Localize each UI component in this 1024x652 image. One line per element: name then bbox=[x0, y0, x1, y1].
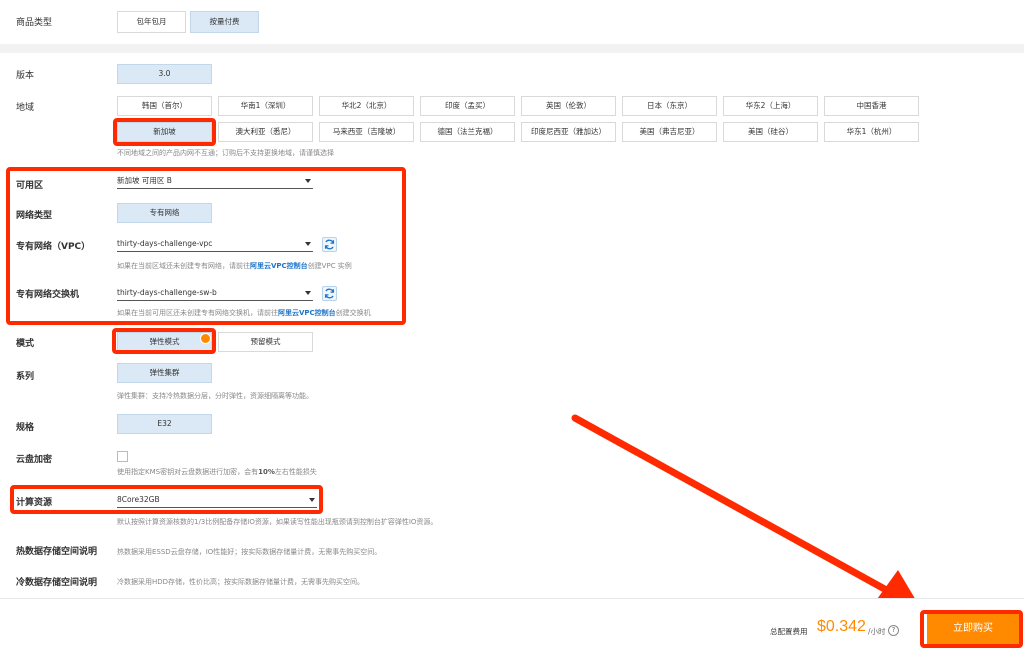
vpc-hint: 如果在当前区域还未创建专有网络，请前往阿里云VPC控制台创建VPC 实例 bbox=[117, 261, 352, 271]
disk-encryption-hint-percent: 10% bbox=[258, 468, 275, 476]
refresh-icon bbox=[324, 288, 335, 299]
region-option[interactable]: 澳大利亚（悉尼） bbox=[218, 122, 313, 142]
region-option[interactable]: 印度（孟买） bbox=[420, 96, 515, 116]
vswitch-refresh-button[interactable] bbox=[322, 286, 337, 301]
vpc-refresh-button[interactable] bbox=[322, 237, 337, 252]
disk-encryption-checkbox[interactable] bbox=[117, 451, 128, 462]
region-option[interactable]: 印度尼西亚（雅加达） bbox=[521, 122, 616, 142]
compute-select-value: 8Core32GB bbox=[117, 495, 160, 504]
vswitch-select[interactable]: thirty-days-challenge-sw-b bbox=[117, 285, 313, 301]
vpc-hint-text: 如果在当前区域还未创建专有网络，请前往 bbox=[117, 262, 250, 270]
compute-label: 计算资源 bbox=[16, 498, 53, 508]
price-value: $0.342 bbox=[817, 618, 866, 635]
spec-option[interactable]: E32 bbox=[117, 414, 212, 434]
mode-option-elastic[interactable]: 弹性模式 bbox=[117, 332, 212, 352]
region-option[interactable]: 德国（法兰克福） bbox=[420, 122, 515, 142]
price-unit: /小时 bbox=[868, 627, 886, 636]
vswitch-label: 专有网络交换机 bbox=[16, 290, 80, 300]
region-option[interactable]: 韩国（首尔） bbox=[117, 96, 212, 116]
vswitch-hint-text: 如果在当前可用区还未创建专有网络交换机，请前往 bbox=[117, 309, 278, 317]
compute-hint: 默认按照计算资源核数的1/3比例配备存储IO资源，如果读写性能出现瓶颈请到控制台… bbox=[117, 518, 438, 526]
billing-option-subscription[interactable]: 包年包月 bbox=[117, 11, 186, 33]
network-type-option[interactable]: 专有网络 bbox=[117, 203, 212, 223]
section-divider bbox=[0, 44, 1024, 53]
vpc-label: 专有网络（VPC） bbox=[16, 242, 91, 252]
series-label: 系列 bbox=[16, 372, 35, 382]
zone-select[interactable]: 新加坡 可用区 B bbox=[117, 173, 313, 189]
total-cost-label: 总配置费用 bbox=[770, 627, 808, 636]
vpc-hint-text-end: 创建VPC 实例 bbox=[307, 262, 352, 270]
zone-select-value: 新加坡 可用区 B bbox=[117, 176, 172, 185]
region-option[interactable]: 美国（弗吉尼亚） bbox=[622, 122, 717, 142]
disk-encryption-hint: 使用指定KMS密钥对云盘数据进行加密，会有10%左右性能损失 bbox=[117, 467, 317, 477]
mode-label: 模式 bbox=[16, 339, 35, 349]
version-option[interactable]: 3.0 bbox=[117, 64, 212, 84]
mode-option-reserved[interactable]: 预留模式 bbox=[218, 332, 313, 352]
region-option[interactable]: 中国香港 bbox=[824, 96, 919, 116]
billing-option-pay-as-you-go[interactable]: 按量付费 bbox=[190, 11, 259, 33]
region-option[interactable]: 华东2（上海） bbox=[723, 96, 818, 116]
region-option[interactable]: 华南1（深圳） bbox=[218, 96, 313, 116]
disk-encryption-hint-text: 使用指定KMS密钥对云盘数据进行加密，会有 bbox=[117, 468, 259, 476]
region-label: 地域 bbox=[16, 103, 35, 113]
chevron-down-icon bbox=[309, 498, 315, 502]
chevron-down-icon bbox=[305, 291, 311, 295]
cold-storage-label: 冷数据存储空间说明 bbox=[16, 578, 98, 588]
compute-select[interactable]: 8Core32GB bbox=[117, 492, 317, 508]
chevron-down-icon bbox=[305, 242, 311, 246]
region-option[interactable]: 新加坡 bbox=[117, 122, 212, 142]
region-option[interactable]: 马来西亚（吉隆坡） bbox=[319, 122, 414, 142]
product-type-label: 商品类型 bbox=[16, 18, 53, 28]
zone-label: 可用区 bbox=[16, 181, 44, 191]
price-footer: 总配置费用 $0.342 /小时 ? 立即购买 bbox=[0, 598, 1024, 652]
region-option[interactable]: 英国（伦敦） bbox=[521, 96, 616, 116]
region-option[interactable]: 美国（硅谷） bbox=[723, 122, 818, 142]
series-hint: 弹性集群：支持冷热数据分层，分时弹性，资源细隔离等功能。 bbox=[117, 392, 313, 400]
buy-now-button[interactable]: 立即购买 bbox=[927, 614, 1019, 644]
help-circle-icon[interactable]: ? bbox=[888, 625, 899, 636]
vswitch-hint-text-end: 创建交换机 bbox=[335, 309, 371, 317]
refresh-icon bbox=[324, 239, 335, 250]
version-label: 版本 bbox=[16, 71, 35, 81]
vpc-console-link[interactable]: 阿里云VPC控制台 bbox=[250, 262, 308, 270]
region-option[interactable]: 华北2（北京） bbox=[319, 96, 414, 116]
series-option[interactable]: 弹性集群 bbox=[117, 363, 212, 383]
buy-now-label: 立即购买 bbox=[953, 623, 993, 634]
spec-label: 规格 bbox=[16, 423, 35, 433]
disk-encryption-hint-text-end: 左右性能损失 bbox=[274, 468, 317, 476]
vpc-select[interactable]: thirty-days-challenge-vpc bbox=[117, 236, 313, 252]
selected-badge-icon bbox=[200, 333, 211, 344]
vpc-select-value: thirty-days-challenge-vpc bbox=[117, 239, 213, 248]
network-type-label: 网络类型 bbox=[16, 211, 53, 221]
hot-storage-desc: 热数据采用ESSD云盘存储，IO性能好；按实际数据存储量计费，无需事先购买空间。 bbox=[117, 548, 382, 556]
disk-encryption-label: 云盘加密 bbox=[16, 455, 53, 465]
vswitch-select-value: thirty-days-challenge-sw-b bbox=[117, 288, 217, 297]
hot-storage-label: 热数据存储空间说明 bbox=[16, 547, 98, 557]
region-option[interactable]: 华东1（杭州） bbox=[824, 122, 919, 142]
vswitch-console-link[interactable]: 阿里云VPC控制台 bbox=[278, 309, 336, 317]
cold-storage-desc: 冷数据采用HDD存储，性价比高；按实际数据存储量计费，无需事先购买空间。 bbox=[117, 578, 365, 586]
region-option[interactable]: 日本（东京） bbox=[622, 96, 717, 116]
region-hint: 不同地域之间的产品内网不互通；订购后不支持更换地域，请谨慎选择 bbox=[117, 149, 334, 157]
chevron-down-icon bbox=[305, 179, 311, 183]
vswitch-hint: 如果在当前可用区还未创建专有网络交换机，请前往阿里云VPC控制台创建交换机 bbox=[117, 308, 371, 318]
